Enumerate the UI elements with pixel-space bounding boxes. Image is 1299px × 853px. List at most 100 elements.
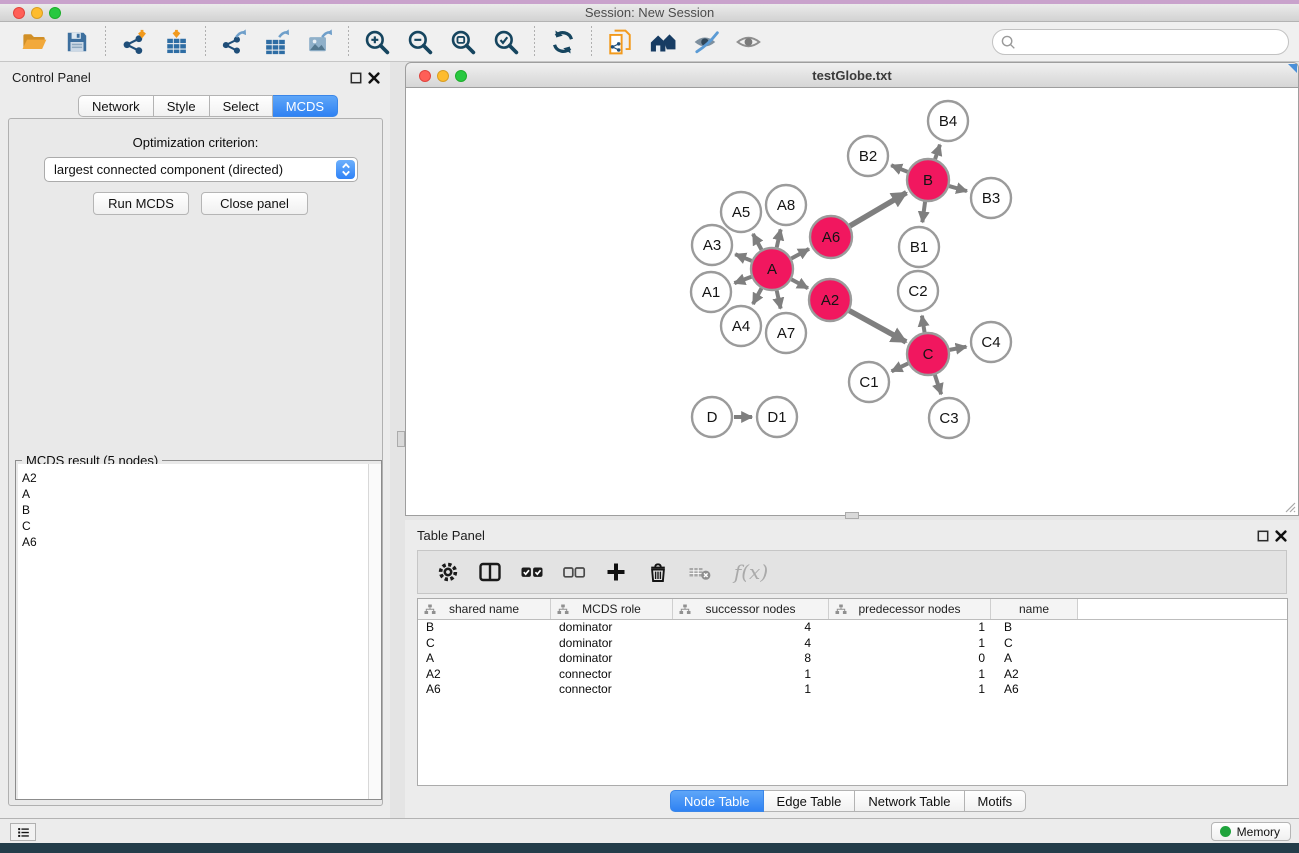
- show-panels-button[interactable]: [10, 823, 36, 841]
- node-D1[interactable]: D1: [757, 397, 797, 437]
- column-header-predecessor-nodes[interactable]: predecessor nodes: [829, 599, 991, 619]
- node-A5[interactable]: A5: [721, 192, 761, 232]
- maximize-window-button[interactable]: [49, 7, 61, 19]
- edge-A6-B[interactable]: [850, 193, 906, 226]
- network-close-button[interactable]: [419, 70, 431, 82]
- zoom-out-button[interactable]: [403, 26, 437, 58]
- node-A3[interactable]: A3: [692, 225, 732, 265]
- edge-C-C2[interactable]: [922, 316, 925, 333]
- mcds-result-item[interactable]: A2: [18, 470, 381, 486]
- column-header-shared-name[interactable]: shared name: [418, 599, 551, 619]
- node-A6[interactable]: A6: [810, 216, 852, 258]
- mcds-list-scrollbar[interactable]: [368, 464, 381, 799]
- column-header-successor-nodes[interactable]: successor nodes: [673, 599, 829, 619]
- node-C2[interactable]: C2: [898, 271, 938, 311]
- table-row[interactable]: A2connector11A2: [418, 667, 1287, 683]
- edge-C-C3[interactable]: [935, 375, 941, 394]
- table-row[interactable]: Adominator80A: [418, 651, 1287, 667]
- zoom-fit-button[interactable]: [446, 26, 480, 58]
- gear-button[interactable]: [434, 557, 462, 587]
- close-window-button[interactable]: [13, 7, 25, 19]
- tab-node-table[interactable]: Node Table: [670, 790, 764, 812]
- import-network-button[interactable]: [117, 26, 151, 58]
- tab-network-table[interactable]: Network Table: [855, 790, 964, 812]
- node-B1[interactable]: B1: [899, 227, 939, 267]
- deselect-all-button[interactable]: [560, 557, 588, 587]
- close-panel-icon[interactable]: [368, 72, 380, 84]
- delete-row-button[interactable]: [644, 557, 672, 587]
- edge-B-B4[interactable]: [935, 145, 940, 159]
- node-B2[interactable]: B2: [848, 136, 888, 176]
- refresh-button[interactable]: [546, 26, 580, 58]
- open-session-button[interactable]: [17, 26, 51, 58]
- run-mcds-button[interactable]: Run MCDS: [93, 192, 189, 215]
- edge-A-A7[interactable]: [777, 290, 781, 308]
- tab-network[interactable]: Network: [78, 95, 154, 117]
- edge-B-B1[interactable]: [922, 202, 925, 222]
- node-A4[interactable]: A4: [721, 306, 761, 346]
- node-C4[interactable]: C4: [971, 322, 1011, 362]
- edge-A-A1[interactable]: [734, 277, 751, 283]
- node-A2[interactable]: A2: [809, 279, 851, 321]
- edge-A-A4[interactable]: [753, 288, 762, 304]
- table-row[interactable]: Cdominator41C: [418, 636, 1287, 652]
- column-header-name[interactable]: name: [991, 599, 1078, 619]
- network-maximize-button[interactable]: [455, 70, 467, 82]
- edge-C-C4[interactable]: [950, 347, 967, 350]
- export-network-button[interactable]: [217, 26, 251, 58]
- table-row[interactable]: A6connector11A6: [418, 682, 1287, 698]
- edge-A-A6[interactable]: [791, 249, 809, 259]
- network-window-titlebar[interactable]: testGlobe.txt: [405, 62, 1299, 88]
- tab-motifs[interactable]: Motifs: [965, 790, 1027, 812]
- resize-grip-icon[interactable]: [1282, 499, 1296, 513]
- column-header-MCDS-role[interactable]: MCDS role: [551, 599, 673, 619]
- node-A[interactable]: A: [751, 248, 793, 290]
- mcds-result-item[interactable]: C: [18, 518, 381, 534]
- node-C[interactable]: C: [907, 333, 949, 375]
- edge-A2-C[interactable]: [849, 311, 906, 342]
- export-table-button[interactable]: [260, 26, 294, 58]
- node-C1[interactable]: C1: [849, 362, 889, 402]
- network-corner-grip[interactable]: [1288, 64, 1297, 73]
- criterion-dropdown[interactable]: largest connected component (directed): [44, 157, 358, 182]
- mcds-result-list[interactable]: A2ABCA6: [18, 464, 381, 799]
- show-graphics-button[interactable]: [732, 26, 766, 58]
- tab-edge-table[interactable]: Edge Table: [764, 790, 856, 812]
- tab-style[interactable]: Style: [154, 95, 210, 117]
- float-panel-icon[interactable]: [1257, 530, 1269, 542]
- network-minimize-button[interactable]: [437, 70, 449, 82]
- table-row[interactable]: Bdominator41B: [418, 620, 1287, 636]
- search-input[interactable]: [992, 29, 1289, 55]
- float-panel-icon[interactable]: [350, 72, 362, 84]
- save-session-button[interactable]: [60, 26, 94, 58]
- zoom-selected-button[interactable]: [489, 26, 523, 58]
- node-A7[interactable]: A7: [766, 313, 806, 353]
- split-columns-button[interactable]: [476, 557, 504, 587]
- add-row-button[interactable]: [602, 557, 630, 587]
- mcds-result-item[interactable]: B: [18, 502, 381, 518]
- home-button[interactable]: [646, 26, 680, 58]
- node-A1[interactable]: A1: [691, 272, 731, 312]
- close-panel-icon[interactable]: [1275, 530, 1287, 542]
- node-A8[interactable]: A8: [766, 185, 806, 225]
- edge-A-A8[interactable]: [777, 229, 781, 247]
- minimize-window-button[interactable]: [31, 7, 43, 19]
- memory-button[interactable]: Memory: [1211, 822, 1291, 841]
- edge-B-B2[interactable]: [891, 165, 907, 172]
- export-image-button[interactable]: [303, 26, 337, 58]
- splitter-handle-bottom[interactable]: [845, 512, 859, 519]
- edge-C-C1[interactable]: [892, 363, 909, 371]
- zoom-in-button[interactable]: [360, 26, 394, 58]
- close-panel-button[interactable]: Close panel: [201, 192, 308, 215]
- network-canvas[interactable]: AA1A2A3A4A5A6A7A8BB1B2B3B4CC1C2C3C4DD1: [405, 88, 1299, 516]
- edge-A-A3[interactable]: [735, 254, 751, 261]
- node-B[interactable]: B: [907, 159, 949, 201]
- edge-B-B3[interactable]: [949, 186, 967, 191]
- node-B4[interactable]: B4: [928, 101, 968, 141]
- mcds-result-item[interactable]: A6: [18, 534, 381, 550]
- import-table-button[interactable]: [160, 26, 194, 58]
- hide-graphics-button[interactable]: [689, 26, 723, 58]
- node-D[interactable]: D: [692, 397, 732, 437]
- node-B3[interactable]: B3: [971, 178, 1011, 218]
- edge-A-A2[interactable]: [791, 279, 808, 288]
